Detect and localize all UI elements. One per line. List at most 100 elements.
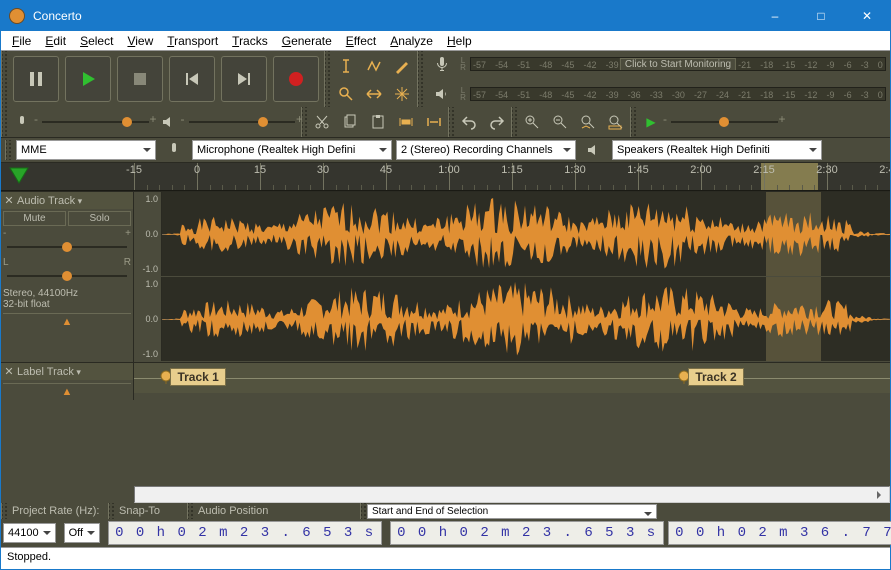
recording-channels-combo[interactable]: 2 (Stereo) Recording Channels [396,140,576,160]
playback-meter[interactable]: -57-54-51-48-45-42-39-36-33-30-27-24-21-… [470,87,886,101]
snap-to-value: Off [69,527,83,539]
playback-speed-slider[interactable]: -+ [671,114,778,130]
track-label[interactable]: Track 2 [678,368,743,386]
menu-select[interactable]: Select [73,32,120,50]
mute-button[interactable]: Mute [3,211,66,226]
play-device-icon [581,137,607,163]
waveform-channel-right[interactable]: 1.00.0-1.0 [134,277,890,362]
play-button[interactable] [65,56,111,102]
cut-button[interactable] [309,109,335,135]
silence-button[interactable] [421,109,447,135]
label-track-header[interactable]: ✕Label Track ▲ [1,363,134,400]
tools-toolbar [331,51,417,107]
solo-button[interactable]: Solo [68,211,131,226]
menu-generate[interactable]: Generate [275,32,339,50]
playhead-triangle-icon[interactable] [9,167,29,187]
record-button[interactable] [273,56,319,102]
ruler-tick-label: 1:30 [564,164,585,176]
menu-transport[interactable]: Transport [160,32,225,50]
zoom-fit-button[interactable] [603,109,629,135]
menu-tracks[interactable]: Tracks [225,32,275,50]
label-track-body[interactable]: Track 1 Track 2 [134,363,890,393]
zoom-sel-button[interactable] [575,109,601,135]
waveform-scale: 1.00.0-1.0 [134,277,162,361]
selection-mode-combo[interactable]: Start and End of Selection [367,504,657,519]
audio-position-display[interactable]: 0 0 h 0 2 m 2 3 . 6 5 3 s [108,521,382,545]
envelope-button[interactable] [361,53,387,79]
status-bar: Stopped. [1,547,890,569]
recording-device-combo[interactable]: Microphone (Realtek High Defini [192,140,392,160]
skip-start-button[interactable] [169,56,215,102]
window-maximize-button[interactable]: □ [798,1,844,31]
zoom-in-button[interactable] [519,109,545,135]
project-rate-value: 44100 [8,527,39,539]
stop-button[interactable] [117,56,163,102]
track-collapse-button[interactable]: ▲ [3,383,131,398]
playback-volume-slider[interactable]: -+ [189,114,296,130]
project-rate-label: Project Rate (Hz): [8,505,108,517]
menu-edit[interactable]: Edit [38,32,73,50]
audio-host-value: MME [21,144,47,156]
multi-button[interactable] [389,81,415,107]
time-shift-button[interactable] [361,81,387,107]
menu-view[interactable]: View [120,32,160,50]
play-volume-icon [156,109,182,135]
track-close-icon[interactable]: ✕ [3,194,15,207]
paste-button[interactable] [365,109,391,135]
play-at-speed-button[interactable]: ▶ [638,109,664,135]
transport-toolbar [8,51,324,107]
selection-end-display[interactable]: 0 0 h 0 2 m 3 6 . 7 7 6 s [668,521,891,545]
menu-help[interactable]: Help [440,32,479,50]
horizontal-scrollbar[interactable] [134,486,890,503]
mic-meter-icon[interactable] [429,51,455,77]
track-name-dropdown[interactable]: Audio Track [17,195,82,207]
window-minimize-button[interactable]: – [752,1,798,31]
audio-host-combo[interactable]: MME [16,140,156,160]
project-rate-combo[interactable]: 44100 [3,523,56,543]
ruler-tick-label: 45 [380,164,392,176]
ibeam-button[interactable] [333,53,359,79]
menu-effect[interactable]: Effect [339,32,383,50]
undo-button[interactable] [456,109,482,135]
audio-track-header[interactable]: ✕Audio Track MuteSolo -+ LR Stereo, 4410… [1,192,134,362]
tracks-panel: ✕Audio Track MuteSolo -+ LR Stereo, 4410… [1,191,890,486]
recording-channels-value: 2 (Stereo) Recording Channels [401,144,553,156]
zoom-button[interactable] [333,81,359,107]
ruler-tick-label: 2:15 [753,164,774,176]
trim-button[interactable] [393,109,419,135]
waveform-channel-left[interactable]: 1.00.0-1.0 [134,192,890,277]
snap-to-combo[interactable]: Off [64,523,100,543]
timeline-ruler[interactable]: -1501530451:001:151:301:452:002:152:302:… [1,163,890,191]
window-close-button[interactable]: ✕ [844,1,890,31]
track-gain-slider[interactable] [7,239,127,255]
track-label-text[interactable]: Track 1 [170,368,225,386]
ruler-tick-label: 30 [317,164,329,176]
waveform-scale: 1.00.0-1.0 [134,192,162,276]
draw-button[interactable] [389,53,415,79]
redo-button[interactable] [484,109,510,135]
selection-start-display[interactable]: 0 0 h 0 2 m 2 3 . 6 5 3 s [390,521,664,545]
click-to-monitor-text[interactable]: Click to Start Monitoring [620,58,736,71]
speaker-meter-icon[interactable] [429,81,455,107]
playback-device-combo[interactable]: Speakers (Realtek High Definiti [612,140,822,160]
ruler-tick-label: 0 [194,164,200,176]
audio-track-body[interactable]: 1.00.0-1.0 1.00.0-1.0 [134,192,890,362]
zoom-out-button[interactable] [547,109,573,135]
playback-device-value: Speakers (Realtek High Definiti [617,144,770,156]
pause-button[interactable] [13,56,59,102]
track-close-icon[interactable]: ✕ [3,365,15,378]
track-collapse-button[interactable]: ▲ [3,313,131,328]
track-label-text[interactable]: Track 2 [688,368,743,386]
menu-analyze[interactable]: Analyze [383,32,440,50]
skip-end-button[interactable] [221,56,267,102]
track-name-dropdown[interactable]: Label Track [17,366,81,378]
copy-button[interactable] [337,109,363,135]
track-pan-slider[interactable] [7,268,127,284]
track-label[interactable]: Track 1 [160,368,225,386]
recording-meter[interactable]: -57-54-51-48-45-42-39-36-33-30-27-24-21-… [470,57,886,71]
recording-device-value: Microphone (Realtek High Defini [197,144,355,156]
audio-track: ✕Audio Track MuteSolo -+ LR Stereo, 4410… [1,191,890,362]
menu-file[interactable]: File [5,32,38,50]
recording-volume-slider[interactable]: -+ [42,114,149,130]
ruler-tick-label: 2:45 [879,164,890,176]
